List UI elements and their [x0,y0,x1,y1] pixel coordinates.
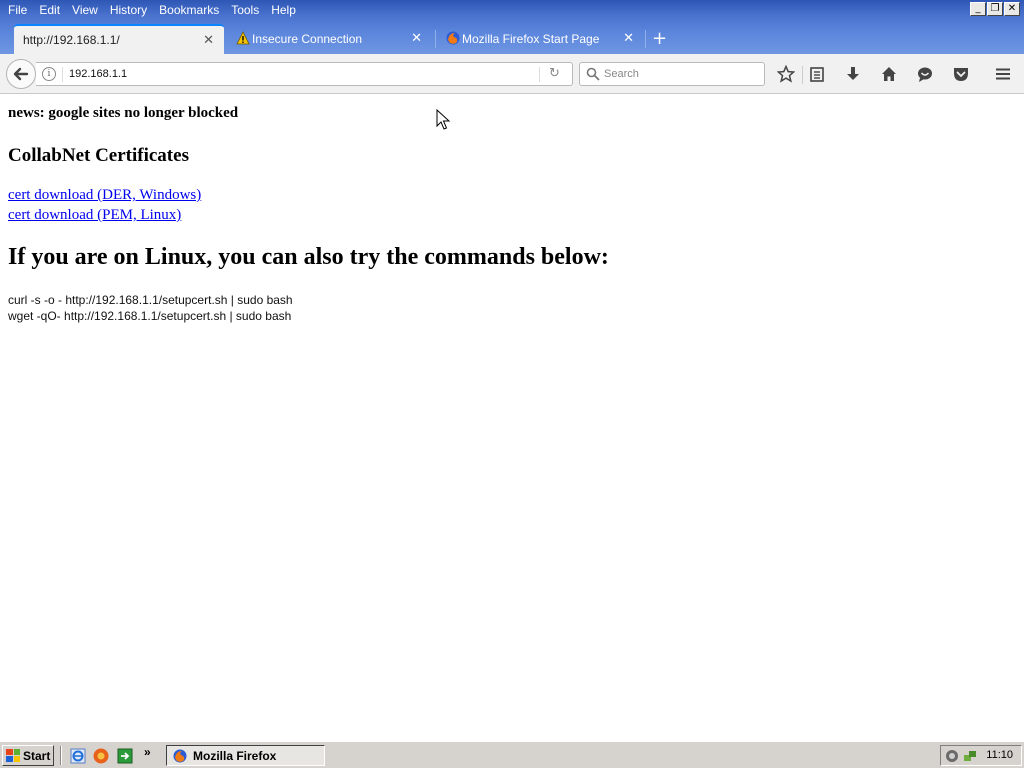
linux-commands-heading: If you are on Linux, you can also try th… [8,244,609,270]
url-divider [539,67,540,82]
back-arrow-icon [13,67,29,81]
system-tray: 11:10 [940,745,1022,766]
quicklaunch-separator [60,746,62,765]
search-bar[interactable] [579,62,765,86]
network-tray-icon[interactable] [963,749,977,763]
site-info-icon[interactable]: i [42,67,56,81]
security-tray-icon[interactable] [945,749,959,763]
search-input[interactable] [604,66,754,82]
back-button[interactable] [6,59,36,89]
menu-tools[interactable]: Tools [231,0,259,20]
window-controls: _ ❐ ✕ [970,2,1020,16]
certificates-heading: CollabNet Certificates [8,145,189,166]
tab-close-icon[interactable]: ✕ [411,31,422,46]
curl-command-text: curl -s -o - http://192.168.1.1/setupcer… [8,293,293,307]
tab-separator [435,30,436,48]
search-icon [586,67,600,81]
tab-close-icon[interactable]: ✕ [623,31,634,46]
news-heading: news: google sites no longer blocked [8,105,239,121]
firefox-icon [173,749,187,762]
download-icon[interactable] [843,64,863,84]
new-tab-plus-icon[interactable]: + [652,28,667,49]
start-label: Start [23,748,51,763]
menu-bookmarks[interactable]: Bookmarks [159,0,219,20]
taskbar-firefox-button[interactable]: Mozilla Firefox [166,745,325,766]
nav-toolbar: i 192.168.1.1 ↻ [0,54,1024,94]
url-divider [62,67,63,82]
firefox-icon [446,31,460,45]
hello-chat-icon[interactable] [915,64,935,84]
pocket-icon[interactable] [951,64,971,84]
url-text[interactable]: 192.168.1.1 [69,68,127,80]
tab-firefox-start[interactable]: Mozilla Firefox Start Page ✕ [438,24,644,54]
bookmark-star-icon[interactable] [776,64,796,84]
menu-view[interactable]: View [72,0,98,20]
start-button[interactable]: Start [2,745,54,766]
tab-current[interactable]: http://192.168.1.1/ ✕ [14,24,224,54]
hamburger-menu-icon[interactable] [993,64,1013,84]
menu-bar: File Edit View History Bookmarks Tools H… [0,0,300,20]
menu-history[interactable]: History [110,0,147,20]
minimize-button[interactable]: _ [970,2,986,16]
restore-button[interactable]: ❐ [987,2,1003,16]
quicklaunch-more-chevron-icon[interactable]: » [144,745,151,759]
tab-title: Mozilla Firefox Start Page [462,32,600,46]
clock: 11:10 [986,749,1013,761]
home-icon[interactable] [879,64,899,84]
menu-help[interactable]: Help [271,0,296,20]
tab-strip: http://192.168.1.1/ ✕ Insecure Connectio… [0,24,1024,54]
menu-edit[interactable]: Edit [39,0,60,20]
close-button[interactable]: ✕ [1004,2,1020,16]
firefox-quicklaunch-icon[interactable] [93,748,109,764]
bookmarks-list-icon[interactable] [807,64,827,84]
toolbar-separator [802,66,803,84]
tab-title: http://192.168.1.1/ [23,33,120,47]
page-content: news: google sites no longer blocked Col… [0,95,1024,741]
wget-command-text: wget -qO- http://192.168.1.1/setupcert.s… [8,309,292,323]
taskbar-button-label: Mozilla Firefox [193,748,277,763]
url-bar[interactable]: i 192.168.1.1 ↻ [36,62,573,86]
taskbar: Start » Mozilla Firefox 11:10 [0,741,1024,768]
warning-icon [236,31,250,45]
reload-icon[interactable]: ↻ [549,66,560,81]
mouse-cursor-icon [436,109,450,130]
cert-download-pem-link[interactable]: cert download (PEM, Linux) [8,207,181,224]
cert-download-der-link[interactable]: cert download (DER, Windows) [8,187,201,204]
windows-logo-icon [6,749,20,762]
menu-file[interactable]: File [8,0,27,20]
tab-close-icon[interactable]: ✕ [203,33,214,48]
tab-separator [645,30,646,48]
tab-insecure-connection[interactable]: Insecure Connection ✕ [228,24,432,54]
internet-explorer-icon[interactable] [70,748,86,764]
tab-title: Insecure Connection [252,32,363,46]
show-desktop-icon[interactable] [117,748,133,764]
title-bar: File Edit View History Bookmarks Tools H… [0,0,1024,54]
